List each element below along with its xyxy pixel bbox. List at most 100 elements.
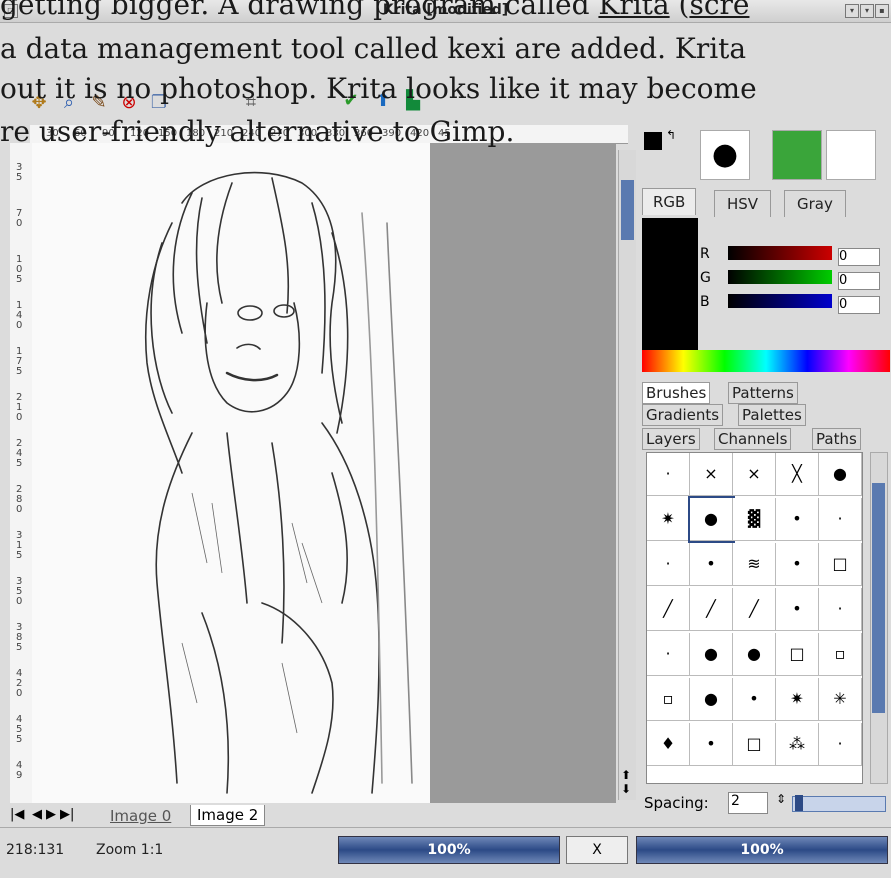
- tab-nav-last-icon[interactable]: ▶|: [60, 807, 74, 822]
- scroll-down-icon[interactable]: ⬇: [621, 782, 631, 796]
- brush-cell[interactable]: ×: [690, 453, 733, 496]
- brush-cell[interactable]: ●: [688, 496, 735, 543]
- input-red[interactable]: 0: [838, 248, 880, 266]
- brush-cell[interactable]: ●: [690, 678, 733, 721]
- slider-green[interactable]: [728, 270, 832, 284]
- scroll-up-icon[interactable]: ⬆: [621, 768, 631, 782]
- brush-cell[interactable]: ●: [733, 633, 776, 676]
- brush-cell[interactable]: □: [733, 723, 776, 766]
- fg-color-swatch[interactable]: [644, 132, 662, 150]
- current-gradient-preview[interactable]: [826, 130, 876, 180]
- brush-cell[interactable]: ·: [819, 723, 862, 766]
- tab-image-0[interactable]: Image 0: [110, 807, 171, 825]
- tab-rgb[interactable]: RGB: [642, 188, 697, 215]
- image-tabs: |◀ ◀ ▶ ▶| Image 0 Image 2: [10, 805, 616, 827]
- brush-cell[interactable]: •: [776, 498, 819, 541]
- current-brush-preview[interactable]: ●: [700, 130, 750, 180]
- spacing-slider-handle[interactable]: [795, 795, 803, 811]
- swap-colors-icon[interactable]: ↰: [666, 128, 676, 142]
- ruler-left-tick: 455: [16, 714, 23, 745]
- tab-layers[interactable]: Layers: [642, 428, 700, 450]
- scroll-thumb[interactable]: [621, 180, 634, 240]
- ruler-left-tick: 70: [16, 208, 23, 229]
- brush-cell[interactable]: •: [776, 588, 819, 631]
- brush-cell[interactable]: ·: [819, 498, 862, 541]
- brush-cell[interactable]: ♦: [647, 723, 690, 766]
- close-icon[interactable]: ▪: [875, 4, 889, 18]
- ruler-left-tick: 245: [16, 438, 23, 469]
- current-pattern-preview[interactable]: [772, 130, 822, 180]
- ruler-left-tick: 35: [16, 162, 23, 183]
- brush-cell[interactable]: □: [776, 633, 819, 676]
- minimize-icon[interactable]: ▾: [845, 4, 859, 18]
- brush-cell[interactable]: •: [690, 723, 733, 766]
- overlay-text-line-4: re user-friendly alternative to Gimp.: [0, 115, 515, 148]
- brush-cell[interactable]: ╱: [647, 588, 690, 631]
- tab-channels[interactable]: Channels: [714, 428, 792, 450]
- input-blue[interactable]: 0: [838, 296, 880, 314]
- brush-scrollbar[interactable]: [870, 452, 888, 784]
- spacing-input[interactable]: 2: [728, 792, 768, 814]
- brush-cell[interactable]: ▓: [733, 498, 776, 541]
- ruler-left-tick: 420: [16, 668, 23, 699]
- slider-blue[interactable]: [728, 294, 832, 308]
- tab-image-2[interactable]: Image 2: [190, 805, 266, 826]
- brush-cell[interactable]: ✷: [647, 498, 690, 541]
- hue-spectrum[interactable]: [642, 350, 890, 372]
- cursor-coords: 218:131: [6, 842, 65, 858]
- dock-panel: ↰ ● RGB HSV Gray R 0 G 0 B 0 Brushes Pat…: [636, 122, 891, 827]
- brush-cell[interactable]: ·: [647, 543, 690, 586]
- pencil-sketch: [144, 171, 413, 794]
- brush-cell[interactable]: •: [690, 543, 733, 586]
- brush-grid: · × × ╳ ● ✷ ● ▓ • · · • ≋ • □ ╱ ╱ ╱ • · · ● ● □ ▫ ▫ ● • ✷ ✳ ♦ • □ ⁂ ·: [646, 452, 863, 784]
- tab-patterns[interactable]: Patterns: [728, 382, 798, 404]
- brush-cell[interactable]: ●: [690, 633, 733, 676]
- drawing-canvas[interactable]: [32, 143, 430, 803]
- screenshot-link[interactable]: scre: [689, 0, 749, 21]
- overlay-text-line-2: a data management tool called kexi are a…: [0, 32, 747, 65]
- brush-cell[interactable]: ✳: [819, 678, 862, 721]
- spacing-slider[interactable]: [792, 795, 886, 812]
- input-green[interactable]: 0: [838, 272, 880, 290]
- tab-brushes[interactable]: Brushes: [642, 382, 711, 404]
- brush-cell[interactable]: ·: [647, 453, 690, 496]
- tab-nav-first-icon[interactable]: |◀: [10, 807, 24, 822]
- cancel-button[interactable]: X: [566, 836, 628, 864]
- spacing-label: Spacing:: [644, 794, 709, 812]
- spacing-stepper-icon[interactable]: ⇕: [776, 792, 786, 806]
- canvas-background: [430, 143, 616, 803]
- krita-link[interactable]: Krita: [598, 0, 669, 21]
- ruler-left-tick: 315: [16, 530, 23, 561]
- ruler-left-tick: 280: [16, 484, 23, 515]
- vertical-scrollbar[interactable]: ⬆ ⬇: [618, 150, 637, 800]
- brush-cell[interactable]: ×: [733, 453, 776, 496]
- tab-hsv[interactable]: HSV: [714, 190, 772, 217]
- brush-cell[interactable]: •: [776, 543, 819, 586]
- brush-cell[interactable]: ╱: [733, 588, 776, 631]
- tab-paths[interactable]: Paths: [812, 428, 861, 450]
- brush-cell[interactable]: ╱: [690, 588, 733, 631]
- brush-cell[interactable]: □: [819, 543, 862, 586]
- brush-cell[interactable]: •: [733, 678, 776, 721]
- brush-cell[interactable]: ●: [819, 453, 862, 496]
- overlay-text-line-3: out it is no photoshop. Krita looks like…: [0, 72, 757, 105]
- slider-red[interactable]: [728, 246, 832, 260]
- channel-label-g: G: [700, 270, 711, 286]
- brush-cell[interactable]: ≋: [733, 543, 776, 586]
- brush-cell[interactable]: ╳: [776, 453, 819, 496]
- tab-nav-prev-icon[interactable]: ◀: [32, 807, 42, 822]
- progress-bar-2: 100%: [636, 836, 888, 864]
- tab-palettes[interactable]: Palettes: [738, 404, 806, 426]
- ruler-left-tick: 350: [16, 576, 23, 607]
- brush-cell[interactable]: ·: [647, 633, 690, 676]
- brush-scroll-thumb[interactable]: [872, 483, 885, 713]
- brush-cell[interactable]: ·: [819, 588, 862, 631]
- tab-gray[interactable]: Gray: [784, 190, 846, 217]
- maximize-icon[interactable]: ▾: [860, 4, 874, 18]
- brush-cell[interactable]: ▫: [647, 678, 690, 721]
- tab-gradients[interactable]: Gradients: [642, 404, 724, 426]
- brush-cell[interactable]: ✷: [776, 678, 819, 721]
- brush-cell[interactable]: ▫: [819, 633, 862, 676]
- tab-nav-next-icon[interactable]: ▶: [46, 807, 56, 822]
- brush-cell[interactable]: ⁂: [776, 723, 819, 766]
